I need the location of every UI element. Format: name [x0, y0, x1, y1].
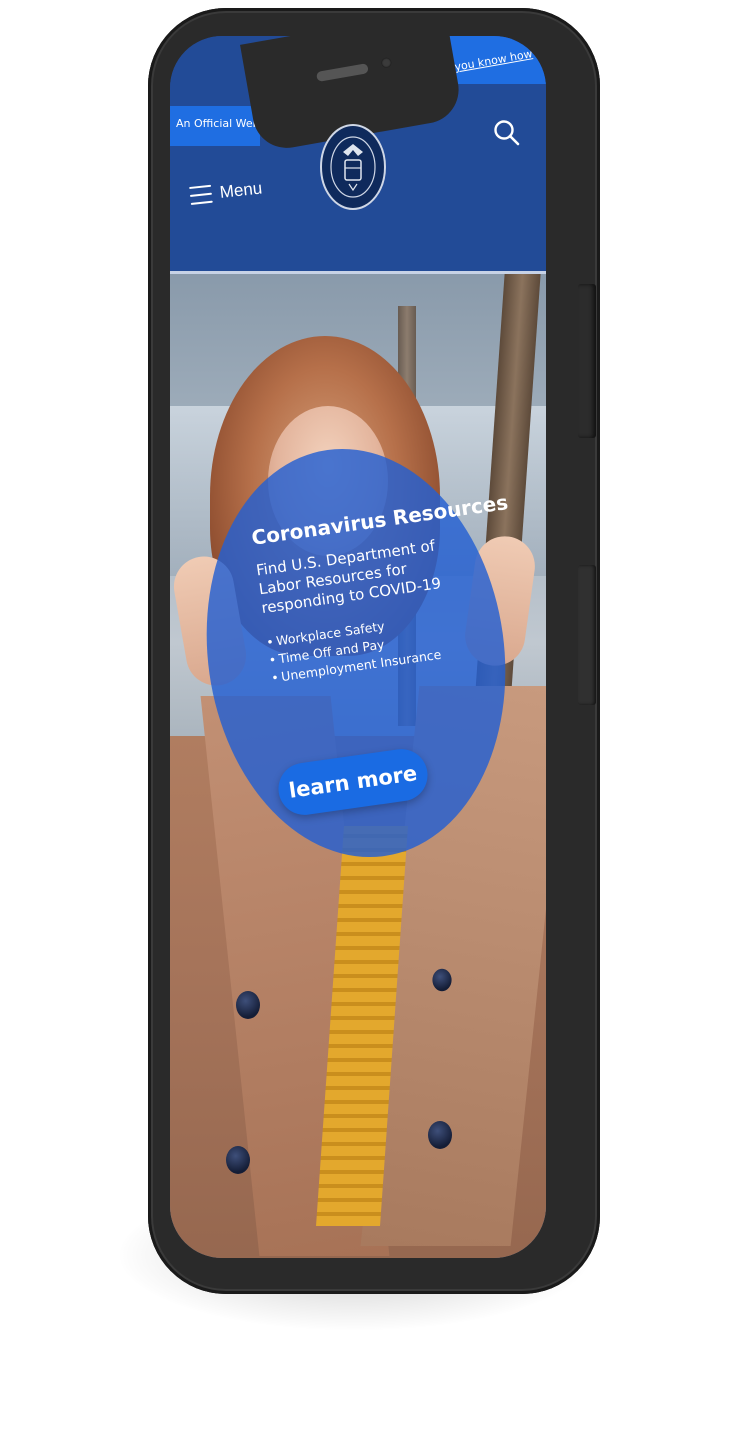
phone-side-button: [578, 284, 596, 438]
how-you-know-link[interactable]: you know how: [453, 47, 533, 74]
dol-seal-logo[interactable]: [318, 122, 388, 212]
device-mockup: An Official Website you know how: [0, 0, 737, 1450]
coat-button: [236, 991, 260, 1019]
earpiece-speaker: [315, 63, 369, 82]
promo-content: Coronavirus Resources Find U.S. Departme…: [250, 490, 509, 687]
phone-screen: An Official Website you know how: [170, 36, 546, 1258]
site-header: An Official Website you know how: [170, 36, 546, 274]
official-website-banner[interactable]: An Official Website: [170, 106, 260, 146]
phone-side-button-lower: [578, 565, 596, 705]
official-website-text: An Official Website: [176, 117, 260, 130]
coat-button: [428, 1121, 452, 1149]
front-camera: [380, 56, 393, 69]
hamburger-icon: [189, 184, 213, 205]
coat-button: [432, 968, 452, 992]
search-icon[interactable]: [492, 118, 522, 148]
coat-button: [226, 1146, 250, 1174]
menu-label: Menu: [218, 178, 264, 202]
menu-button[interactable]: Menu: [189, 178, 263, 205]
promo-subtitle: Find U.S. Department of Labor Resources …: [255, 536, 443, 618]
